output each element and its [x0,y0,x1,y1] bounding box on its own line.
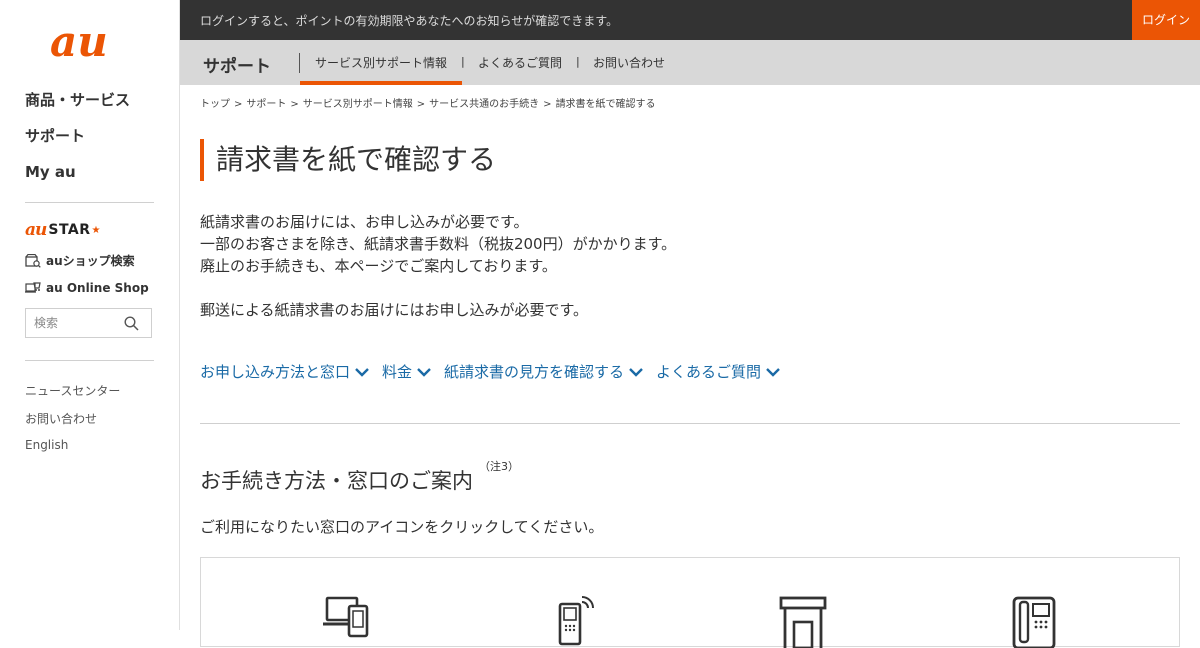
svg-text:au: au [50,24,108,64]
online-shop-icon [25,282,41,293]
austar-logo[interactable]: au STAR ★ [25,220,101,240]
store-icon[interactable] [779,594,827,648]
anchor-how-to-read[interactable]: 紙請求書の見方を確認する [444,361,644,382]
tab-service-support[interactable]: サービス別サポート情報 [315,54,447,71]
section-description: ご利用になりたい窓口のアイコンをクリックしてください。 [200,518,604,536]
breadcrumb-item[interactable]: トップ [200,99,230,110]
subnav-title[interactable]: サポート [203,52,271,77]
star-icon: ★ [91,224,101,236]
login-message: ログインすると、ポイントの有効期限やあなたへのお知らせが確認できます。 [200,14,619,28]
contact-link[interactable]: お問い合わせ [25,410,97,427]
login-button[interactable]: ログイン [1132,0,1200,40]
english-link[interactable]: English [25,438,68,452]
intro-line: 一部のお客さまを除き、紙請求書手数料（税抜200円）がかかります。 [200,235,677,253]
active-tab-indicator [300,81,462,85]
anchor-links: お申し込み方法と窓口 料金 紙請求書の見方を確認する よくあるご質問 [200,361,793,382]
chevron-down-icon [629,367,643,377]
online-shop-label: au Online Shop [46,280,149,295]
search-icon[interactable] [124,316,139,331]
intro-line: 紙請求書のお届けには、お申し込みが必要です。 [200,213,529,231]
nav-item-products[interactable]: 商品・サービス [25,90,155,126]
breadcrumb-item[interactable]: サービス別サポート情報 [303,99,413,110]
chevron-down-icon [766,367,780,377]
shop-search-icon [25,253,41,268]
nav-item-support[interactable]: サポート [25,126,155,162]
note-reference[interactable]: （注3） [479,460,519,473]
telephone-icon[interactable] [1011,594,1059,648]
sidebar: au 商品・サービス サポート My au au STAR ★ auショップ検索… [0,0,180,630]
anchor-apply-method[interactable]: お申し込み方法と窓口 [200,361,370,382]
section-title: お手続き方法・窓口のご案内（注3） [200,460,519,493]
sidebar-divider [25,360,154,361]
sidebar-divider [25,202,154,203]
page-title: 請求書を紙で確認する [200,139,496,181]
tab-contact[interactable]: お問い合わせ [593,54,665,71]
tab-separator: | [576,55,580,68]
au-logo[interactable]: au [50,24,130,64]
subnav-divider [299,53,300,73]
nav-item-myau[interactable]: My au [25,162,155,198]
mobile-phone-icon[interactable] [556,594,596,648]
breadcrumb-item[interactable]: サポート [246,99,286,110]
intro-line: 郵送による紙請求書のお届けにはお申し込みが必要です。 [200,301,589,319]
breadcrumb: トップ > サポート > サービス別サポート情報 > サービス共通のお手続き > 請求書を紙で確… [200,99,656,110]
tab-separator: | [461,55,465,68]
anchor-faq[interactable]: よくあるご質問 [656,361,781,382]
tab-faq[interactable]: よくあるご質問 [478,54,562,71]
support-subnav: サポート サービス別サポート情報 | よくあるご質問 | お問い合わせ [180,40,1200,85]
breadcrumb-current: 請求書を紙で確認する [555,99,656,110]
intro-text: 紙請求書のお届けには、お申し込みが必要です。 一部のお客さまを除き、紙請求書手数… [200,211,676,321]
pc-smartphone-icon[interactable] [323,594,371,648]
channel-selector [200,557,1180,648]
sidebar-main-nav: 商品・サービス サポート My au [25,90,155,198]
search-input[interactable] [32,315,124,331]
shop-search-link[interactable]: auショップ検索 [25,252,135,269]
news-center-link[interactable]: ニュースセンター [25,382,120,399]
intro-line: 廃止のお手続きも、本ページでご案内しております。 [200,257,557,275]
top-bar: ログインすると、ポイントの有効期限やあなたへのお知らせが確認できます。 ログイン [180,0,1200,40]
sidebar-search [25,308,152,338]
breadcrumb-item[interactable]: サービス共通のお手続き [429,99,539,110]
anchor-fee[interactable]: 料金 [382,361,432,382]
chevron-down-icon [355,367,369,377]
chevron-down-icon [417,367,431,377]
online-shop-link[interactable]: au Online Shop [25,280,149,295]
shop-search-label: auショップ検索 [46,254,135,268]
section-divider [200,423,1180,424]
